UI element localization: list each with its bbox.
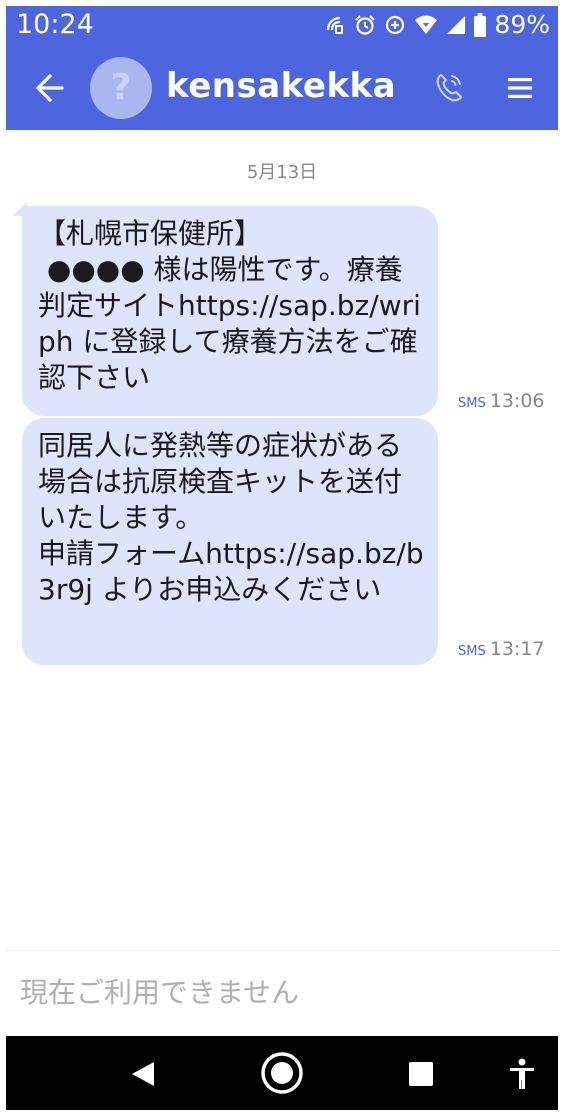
- message-meta: SMS 13:06: [458, 390, 558, 412]
- navigation-bar: [6, 1036, 558, 1110]
- messaging-screen: 10:24 89% ? kensakekka 5月13日 【札幌市保健所】 ●●…: [6, 6, 558, 1110]
- contact-avatar[interactable]: ?: [90, 57, 152, 119]
- status-icons: 89%: [324, 10, 550, 40]
- sms-label: SMS: [458, 396, 486, 411]
- message-bubble[interactable]: 同居人に発熱等の症状がある場合は抗原検査キットを送付いたします。 申請フォームh…: [22, 418, 438, 665]
- phone-icon[interactable]: [432, 70, 466, 106]
- message-bubble[interactable]: 【札幌市保健所】 ●●●● 様は陽性です。療養判定サイトhttps://sap.…: [22, 206, 438, 416]
- unknown-contact-icon: ?: [110, 67, 132, 108]
- contact-name[interactable]: kensakekka: [166, 66, 396, 106]
- data-saver-icon: [386, 15, 405, 35]
- message-time: 13:06: [489, 390, 545, 412]
- nav-recents-icon[interactable]: [409, 1062, 433, 1086]
- app-bar: ? kensakekka: [6, 44, 558, 130]
- composer-divider: [6, 950, 558, 951]
- message-input-disabled: 現在ご利用できません: [20, 976, 300, 1009]
- nfc-icon: [327, 16, 344, 34]
- back-arrow-icon[interactable]: [28, 70, 68, 106]
- signal-icon: [447, 16, 466, 34]
- date-divider: 5月13日: [246, 162, 318, 183]
- message-meta: SMS 13:17: [458, 638, 558, 660]
- status-time: 10:24: [16, 9, 94, 40]
- alarm-icon: [355, 15, 376, 35]
- nav-home-icon[interactable]: [259, 1050, 305, 1096]
- menu-icon[interactable]: [506, 74, 534, 102]
- accessibility-icon[interactable]: [508, 1058, 536, 1090]
- nav-back-icon[interactable]: [130, 1060, 156, 1088]
- wifi-icon: [415, 15, 438, 34]
- message-time: 13:17: [489, 638, 545, 660]
- sms-label: SMS: [458, 644, 486, 659]
- battery-percent: 89%: [494, 10, 550, 39]
- status-bar: 10:24 89%: [6, 6, 558, 44]
- battery-icon: [474, 13, 487, 37]
